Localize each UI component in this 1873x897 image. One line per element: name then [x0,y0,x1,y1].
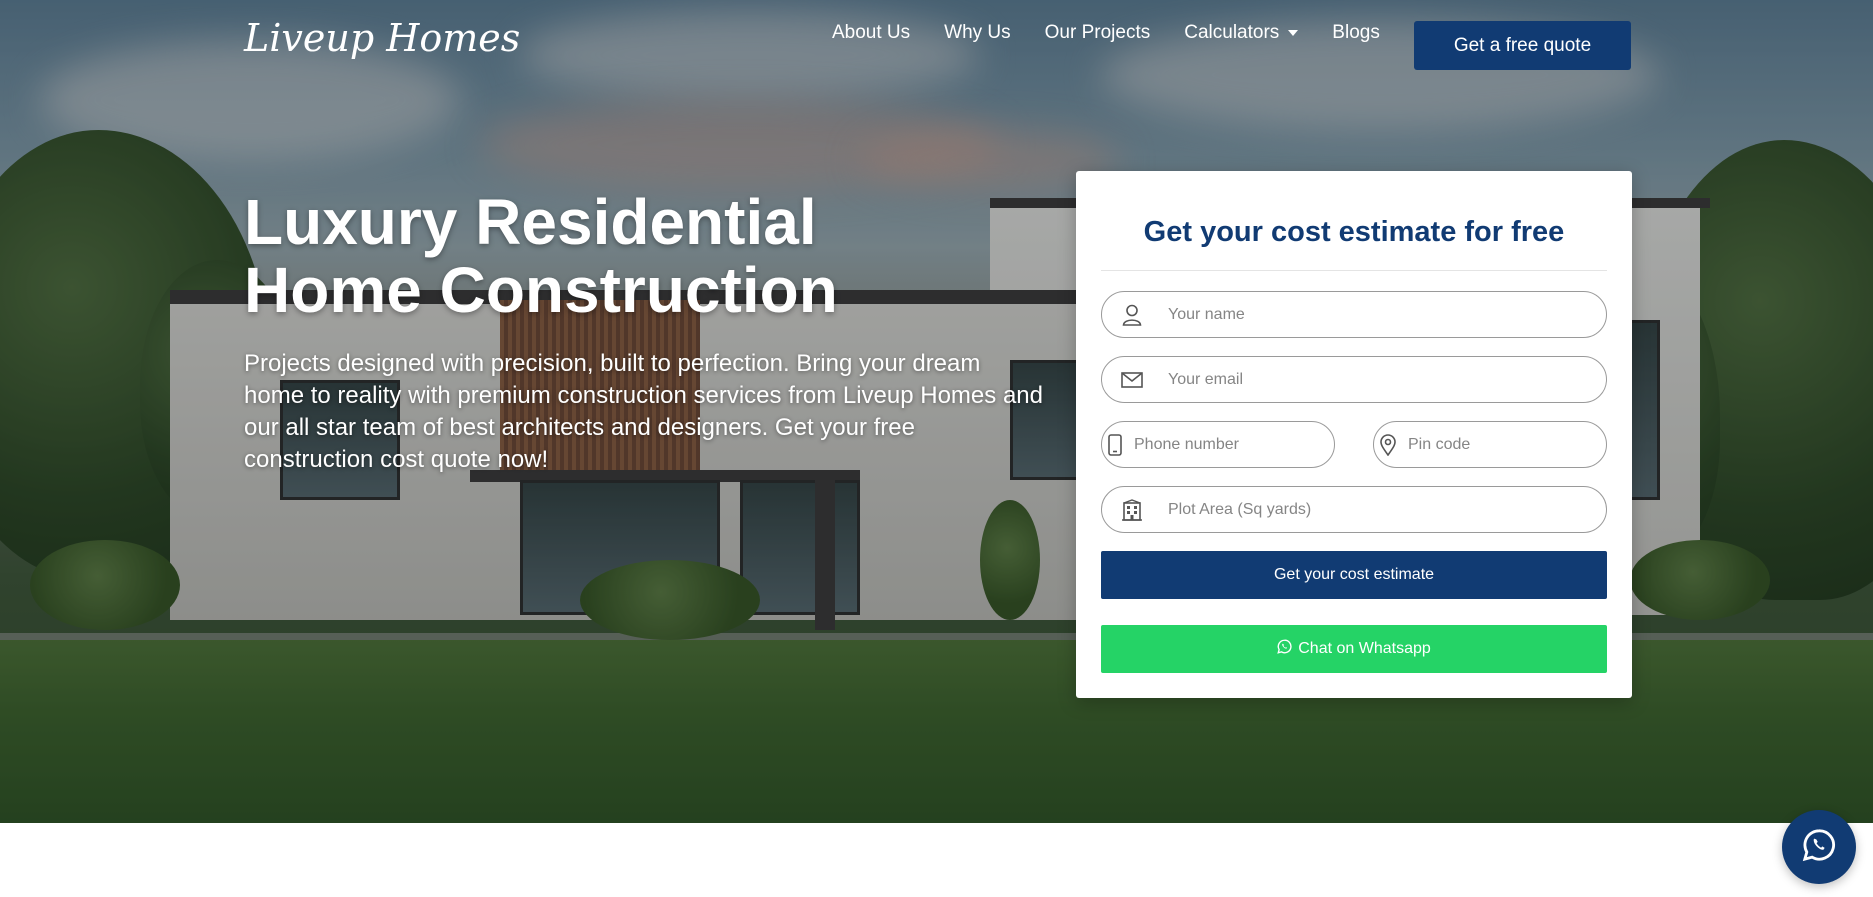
hero-subtitle: Projects designed with precision, built … [244,350,1043,473]
get-cost-estimate-button[interactable]: Get your cost estimate [1101,551,1607,599]
map-pin-icon [1380,422,1396,467]
name-field [1101,291,1607,338]
pin-code-input[interactable] [1408,424,1615,465]
envelope-icon [1108,357,1156,402]
cost-estimate-form: Get your cost estimate for free Get your… [1076,171,1632,698]
user-icon [1108,292,1156,337]
get-free-quote-button[interactable]: Get a free quote [1414,21,1631,70]
hero-title-line-2: Home Construction [244,254,838,326]
main-nav: About Us Why Us Our Projects Calculators… [832,22,1380,44]
whatsapp-button-label: Chat on Whatsapp [1298,640,1431,657]
form-title: Get your cost estimate for free [1143,216,1565,248]
hero-title-line-1: Luxury Residential [244,186,817,258]
hero-title: Luxury Residential Home Construction [244,188,944,324]
mobile-icon [1108,422,1122,467]
whatsapp-icon [1802,828,1836,867]
site-logo[interactable]: Liveup Homes [244,16,520,60]
email-input[interactable] [1168,359,1606,400]
nav-item-why-us[interactable]: Why Us [944,22,1011,44]
chevron-down-icon [1288,30,1299,36]
whatsapp-icon [1277,639,1292,659]
nav-item-about-us[interactable]: About Us [832,22,910,44]
email-field [1101,356,1607,403]
form-divider [1101,270,1607,271]
name-input[interactable] [1168,294,1606,335]
plot-area-input[interactable] [1168,489,1606,530]
plot-area-field [1101,486,1607,533]
pin-code-field [1373,421,1615,468]
phone-field [1101,421,1341,468]
nav-item-calculators[interactable]: Calculators [1184,22,1299,44]
building-icon [1108,487,1156,532]
nav-item-blogs[interactable]: Blogs [1332,22,1380,44]
phone-input[interactable] [1134,424,1341,465]
chat-on-whatsapp-button[interactable]: Chat on Whatsapp [1101,625,1607,673]
nav-item-our-projects[interactable]: Our Projects [1045,22,1151,44]
floating-whatsapp-button[interactable] [1782,810,1856,884]
